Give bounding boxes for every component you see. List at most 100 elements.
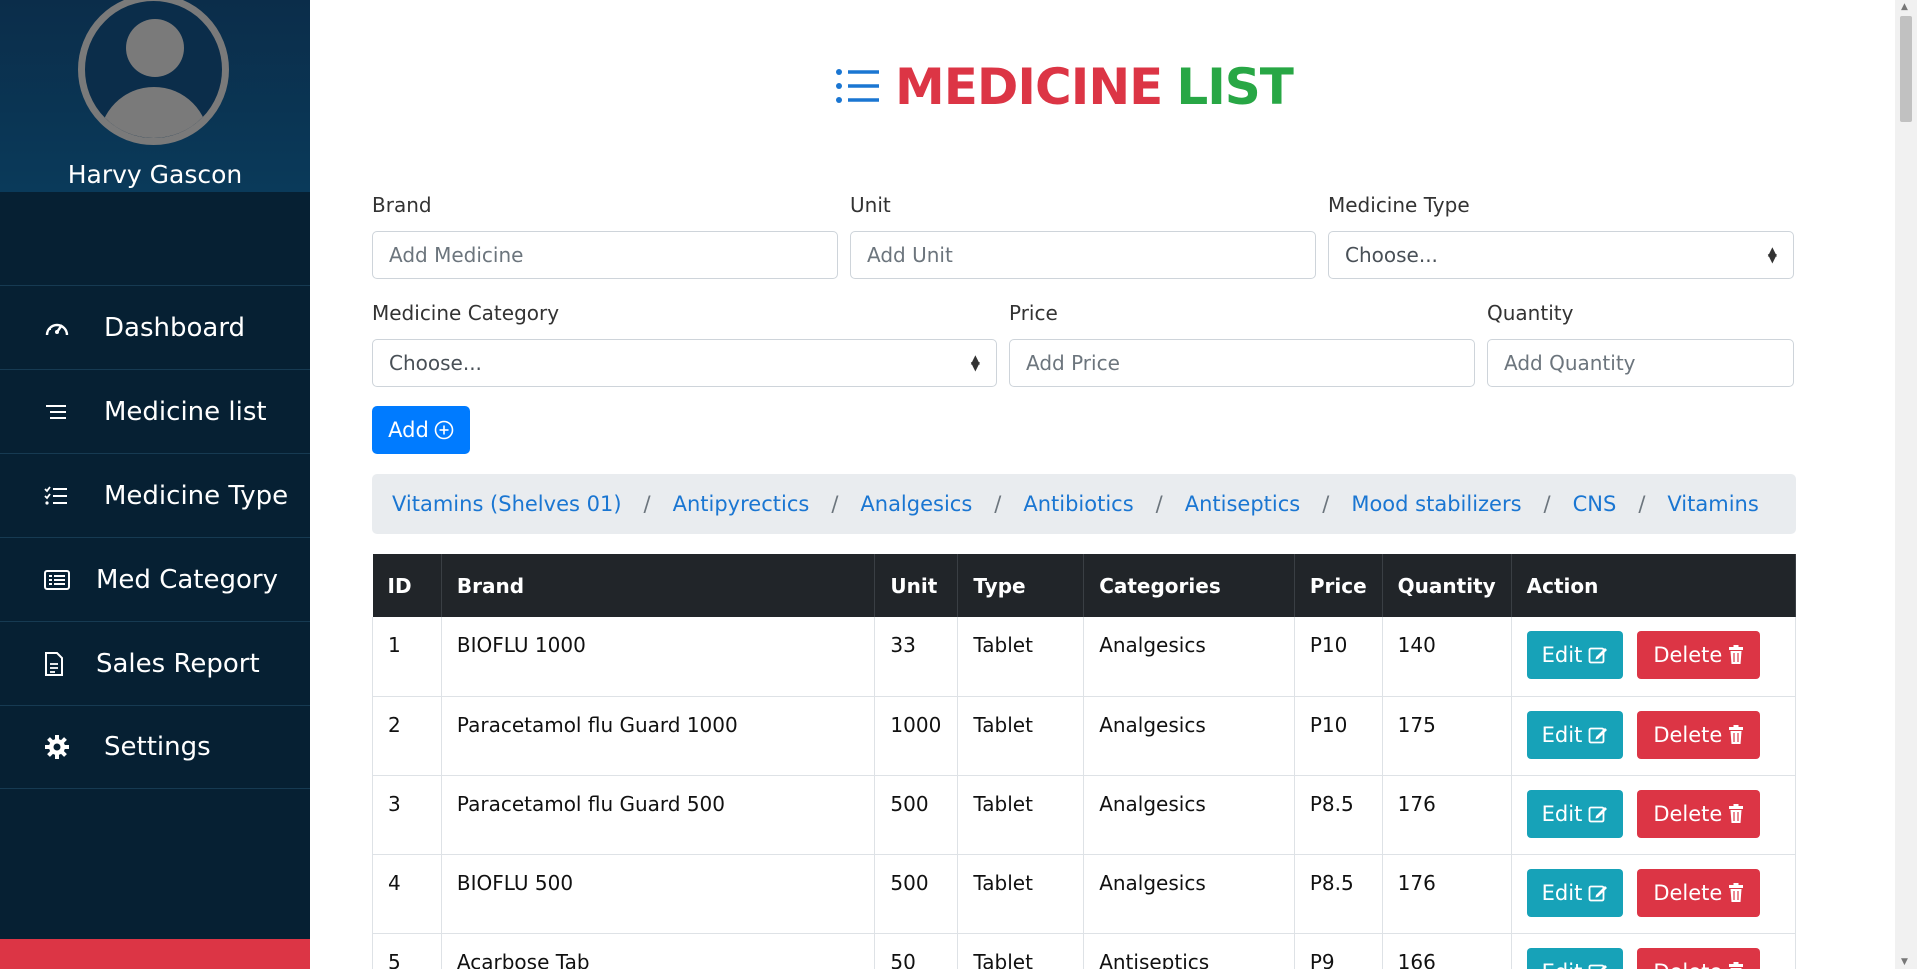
category-breadcrumb: Vitamins (Shelves 01) / Antipyrectics / … xyxy=(372,474,1796,534)
page-title: MEDICINE LIST xyxy=(835,58,1294,116)
table-row: 4 BIOFLU 500 500 Tablet Analgesics P8.5 176 Edi… xyxy=(372,854,1797,934)
cell-brand: Paracetamol flu Guard 500 xyxy=(441,775,876,855)
cell-brand: BIOFLU 500 xyxy=(441,854,876,934)
delete-button[interactable]: Delete xyxy=(1637,947,1761,969)
cell-brand: BIOFLU 1000 xyxy=(441,617,876,697)
edit-button-label: Edit xyxy=(1542,960,1583,969)
edit-icon xyxy=(1588,647,1608,664)
category-link[interactable]: Analgesics xyxy=(860,492,972,516)
delete-button[interactable]: Delete xyxy=(1637,868,1761,917)
edit-icon xyxy=(1588,727,1608,743)
cell-quantity: 140 xyxy=(1382,617,1512,697)
medicine-type-label: Medicine Type xyxy=(1328,193,1470,217)
sidebar: Harvy Gascon Dashboard Medicine list Med… xyxy=(0,0,310,969)
cell-category: Antiseptics xyxy=(1083,933,1295,969)
sidebar-item-med-category[interactable]: Med Category xyxy=(0,537,310,621)
dashboard-icon xyxy=(44,317,104,339)
category-link[interactable]: Antipyrectics xyxy=(673,492,810,516)
medicine-type-select[interactable]: Choose... ▲ ▼ xyxy=(1328,231,1794,279)
trash-icon xyxy=(1729,645,1744,664)
scroll-up-arrow-icon[interactable]: ▲ xyxy=(1901,2,1908,12)
delete-button[interactable]: Delete xyxy=(1637,710,1761,759)
scrollbar-thumb[interactable] xyxy=(1900,16,1912,122)
avatar xyxy=(78,0,229,145)
medicine-category-value: Choose... xyxy=(389,351,482,375)
sidebar-item-sales-report[interactable]: Sales Report xyxy=(0,621,310,705)
delete-button[interactable]: Delete xyxy=(1637,789,1761,838)
edit-icon xyxy=(1588,806,1608,822)
edit-button-label: Edit xyxy=(1541,643,1583,667)
brand-label: Brand xyxy=(372,193,432,217)
select-caret-icon: ▲ ▼ xyxy=(1767,244,1777,265)
trash-icon xyxy=(1729,961,1744,969)
cell-type: Tablet xyxy=(957,933,1085,969)
cell-type: Tablet xyxy=(957,775,1085,855)
cell-category: Analgesics xyxy=(1083,775,1295,855)
cell-action: Edit Delete xyxy=(1511,696,1797,776)
sidebar-item-settings[interactable]: Settings xyxy=(0,705,310,789)
edit-button[interactable]: Edit xyxy=(1526,789,1624,838)
cell-quantity: 176 xyxy=(1382,775,1512,855)
edit-button[interactable]: Edit xyxy=(1526,631,1624,679)
cell-category: Analgesics xyxy=(1083,617,1295,697)
category-link[interactable]: CNS xyxy=(1573,492,1617,516)
table-header-row: ID Brand Unit Type Categories Price Quan… xyxy=(372,554,1797,617)
cell-id: 5 xyxy=(372,933,442,969)
cell-category: Analgesics xyxy=(1083,696,1295,776)
category-link[interactable]: Mood stabilizers xyxy=(1351,492,1521,516)
sidebar-item-dashboard[interactable]: Dashboard xyxy=(0,285,310,369)
page-scrollbar[interactable]: ▲ ▼ xyxy=(1895,0,1917,969)
checklist-icon xyxy=(44,485,104,506)
category-link[interactable]: Vitamins xyxy=(1667,492,1758,516)
cell-quantity: 166 xyxy=(1382,933,1512,969)
cell-type: Tablet xyxy=(957,696,1085,776)
category-link[interactable]: Vitamins (Shelves 01) xyxy=(392,492,622,516)
table-row: 5Acarbose Tab50TabletAntisepticsP9166Edi… xyxy=(372,933,1797,969)
edit-button[interactable]: Edit xyxy=(1526,947,1624,969)
medicine-table: ID Brand Unit Type Categories Price Quan… xyxy=(372,554,1797,969)
medicine-category-select[interactable]: Choose... ▲ ▼ xyxy=(372,339,997,387)
medicine-type-value: Choose... xyxy=(1345,243,1438,267)
brand-input[interactable]: Add Medicine xyxy=(372,231,838,279)
document-icon xyxy=(44,651,96,676)
list-icon xyxy=(44,403,104,421)
sidebar-nav: Dashboard Medicine list Medicine Type Me… xyxy=(0,285,310,789)
cell-id: 3 xyxy=(372,775,442,855)
edit-button[interactable]: Edit xyxy=(1526,868,1624,917)
column-header-quantity: Quantity xyxy=(1382,554,1512,617)
sidebar-item-label: Medicine Type xyxy=(104,480,289,511)
cell-unit: 33 xyxy=(874,617,959,697)
category-link[interactable]: Antibiotics xyxy=(1023,492,1133,516)
cell-action: Edit Delete xyxy=(1511,854,1797,934)
cell-type: Tablet xyxy=(957,854,1085,934)
cell-id: 2 xyxy=(372,696,442,776)
delete-button[interactable]: Delete xyxy=(1637,631,1761,679)
edit-icon xyxy=(1588,885,1608,901)
gear-icon xyxy=(44,734,104,760)
cell-action: Edit Delete xyxy=(1511,617,1797,697)
table-row: 1 BIOFLU 1000 33 Tablet Analgesics P10 140 Edit… xyxy=(372,617,1797,697)
cell-unit: 500 xyxy=(874,854,959,934)
quantity-label: Quantity xyxy=(1487,301,1574,325)
cell-price: P8.5 xyxy=(1294,775,1383,855)
edit-button[interactable]: Edit xyxy=(1526,710,1624,759)
price-label: Price xyxy=(1009,301,1058,325)
profile-name: Harvy Gascon xyxy=(67,160,243,189)
category-icon xyxy=(44,569,96,590)
plus-circle-icon xyxy=(434,420,454,440)
price-input[interactable]: Add Price xyxy=(1009,339,1475,387)
add-button[interactable]: Add xyxy=(372,406,470,454)
scroll-down-arrow-icon[interactable]: ▼ xyxy=(1901,957,1908,967)
column-header-categories: Categories xyxy=(1083,554,1295,617)
table-row: 2 Paracetamol flu Guard 1000 1000 Tablet Ana… xyxy=(372,696,1797,776)
sidebar-item-medicine-type[interactable]: Medicine Type xyxy=(0,453,310,537)
quantity-input[interactable]: Add Quantity xyxy=(1487,339,1794,387)
column-header-brand: Brand xyxy=(441,554,876,617)
list-icon xyxy=(835,58,881,116)
medicine-category-label: Medicine Category xyxy=(372,301,560,325)
main-content: MEDICINE LIST Brand Add Medicine Unit Ad… xyxy=(310,0,1895,969)
category-link[interactable]: Antiseptics xyxy=(1185,492,1301,516)
cell-type: Tablet xyxy=(957,617,1085,697)
unit-input[interactable]: Add Unit xyxy=(850,231,1316,279)
sidebar-item-medicine-list[interactable]: Medicine list xyxy=(0,369,310,453)
